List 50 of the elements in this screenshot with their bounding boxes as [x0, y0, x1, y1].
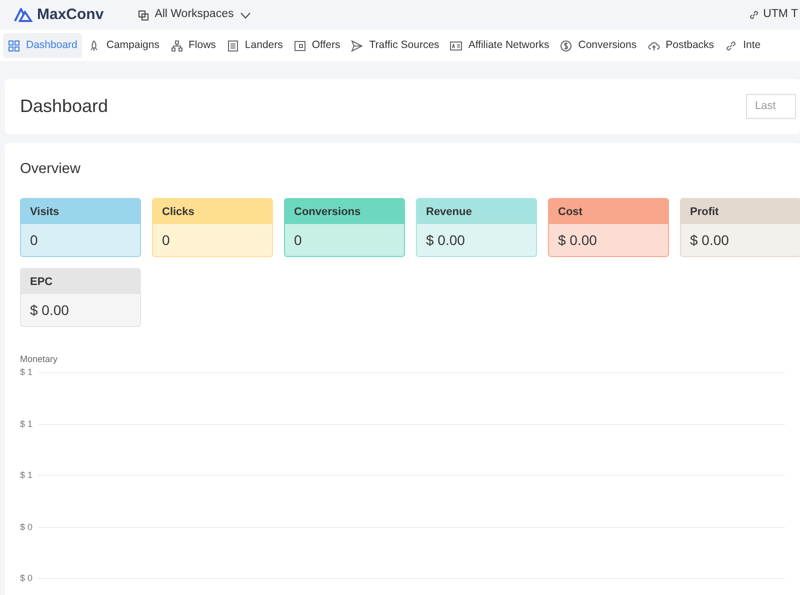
metric-value: $ 0.00 — [425, 230, 466, 250]
axis-label: $ 1 — [20, 418, 34, 430]
wallet-icon — [294, 40, 306, 52]
nav-tab[interactable]: Offers — [288, 32, 346, 58]
brand-logo[interactable]: MaxConv — [14, 4, 104, 26]
metric-label: EPC — [21, 268, 140, 294]
metric-label: Visits — [21, 198, 140, 224]
metric-value: 0 — [29, 230, 39, 250]
axis-label: $ 1 — [20, 367, 34, 378]
nav-tab[interactable]: Postbacks — [642, 32, 720, 58]
nav-tab[interactable]: Traffic Sources — [346, 32, 444, 58]
cloud-upload-icon — [648, 40, 660, 52]
link-icon — [725, 40, 738, 52]
nav-tab[interactable]: Inte — [720, 32, 766, 58]
date-range-field[interactable]: Last — [746, 94, 796, 119]
metric-value: 0 — [161, 230, 171, 250]
logo-icon — [14, 8, 34, 22]
utm-link[interactable]: UTM T — [749, 6, 798, 24]
nav-tab[interactable]: Affiliate Networks — [445, 32, 554, 58]
document-icon — [226, 40, 239, 52]
copy-icon — [138, 10, 149, 20]
axis-label: $ 0 — [20, 573, 34, 584]
metric-label: Revenue — [417, 198, 536, 224]
metric-label: Conversions — [285, 198, 404, 224]
nav-tab[interactable]: Landers — [222, 32, 288, 58]
link-icon — [749, 10, 760, 20]
chevron-down-icon — [240, 12, 251, 18]
axis-label: $ 0 — [20, 522, 34, 533]
metric-label: Cost — [549, 198, 668, 224]
metric-value: 0 — [293, 230, 303, 250]
grid-icon — [8, 40, 20, 52]
axis-label: $ 1 — [20, 470, 34, 482]
id-card-icon — [450, 40, 462, 52]
page-title: Dashboard — [20, 96, 108, 118]
chart-title: Monetary — [20, 352, 59, 366]
metric-value: $ 0.00 — [557, 230, 598, 250]
send-icon — [351, 40, 364, 52]
dollar-circle-icon — [560, 40, 572, 52]
metric-value: $ 0.00 — [29, 300, 70, 320]
metric-label: Clicks — [153, 198, 272, 224]
metric-value: $ 0.00 — [689, 230, 730, 250]
nav-tab[interactable]: Campaigns — [83, 32, 164, 58]
metric-label: Profit — [681, 198, 800, 224]
nav-tab[interactable]: Flows — [166, 32, 221, 58]
workspace-selector[interactable]: All Workspaces — [138, 6, 251, 24]
section-title: Overview — [20, 160, 82, 179]
rocket-icon — [88, 40, 100, 52]
nav-tab[interactable]: Dashboard — [3, 32, 82, 58]
sitemap-icon — [170, 40, 182, 52]
nav-tab[interactable]: Conversions — [555, 32, 642, 58]
